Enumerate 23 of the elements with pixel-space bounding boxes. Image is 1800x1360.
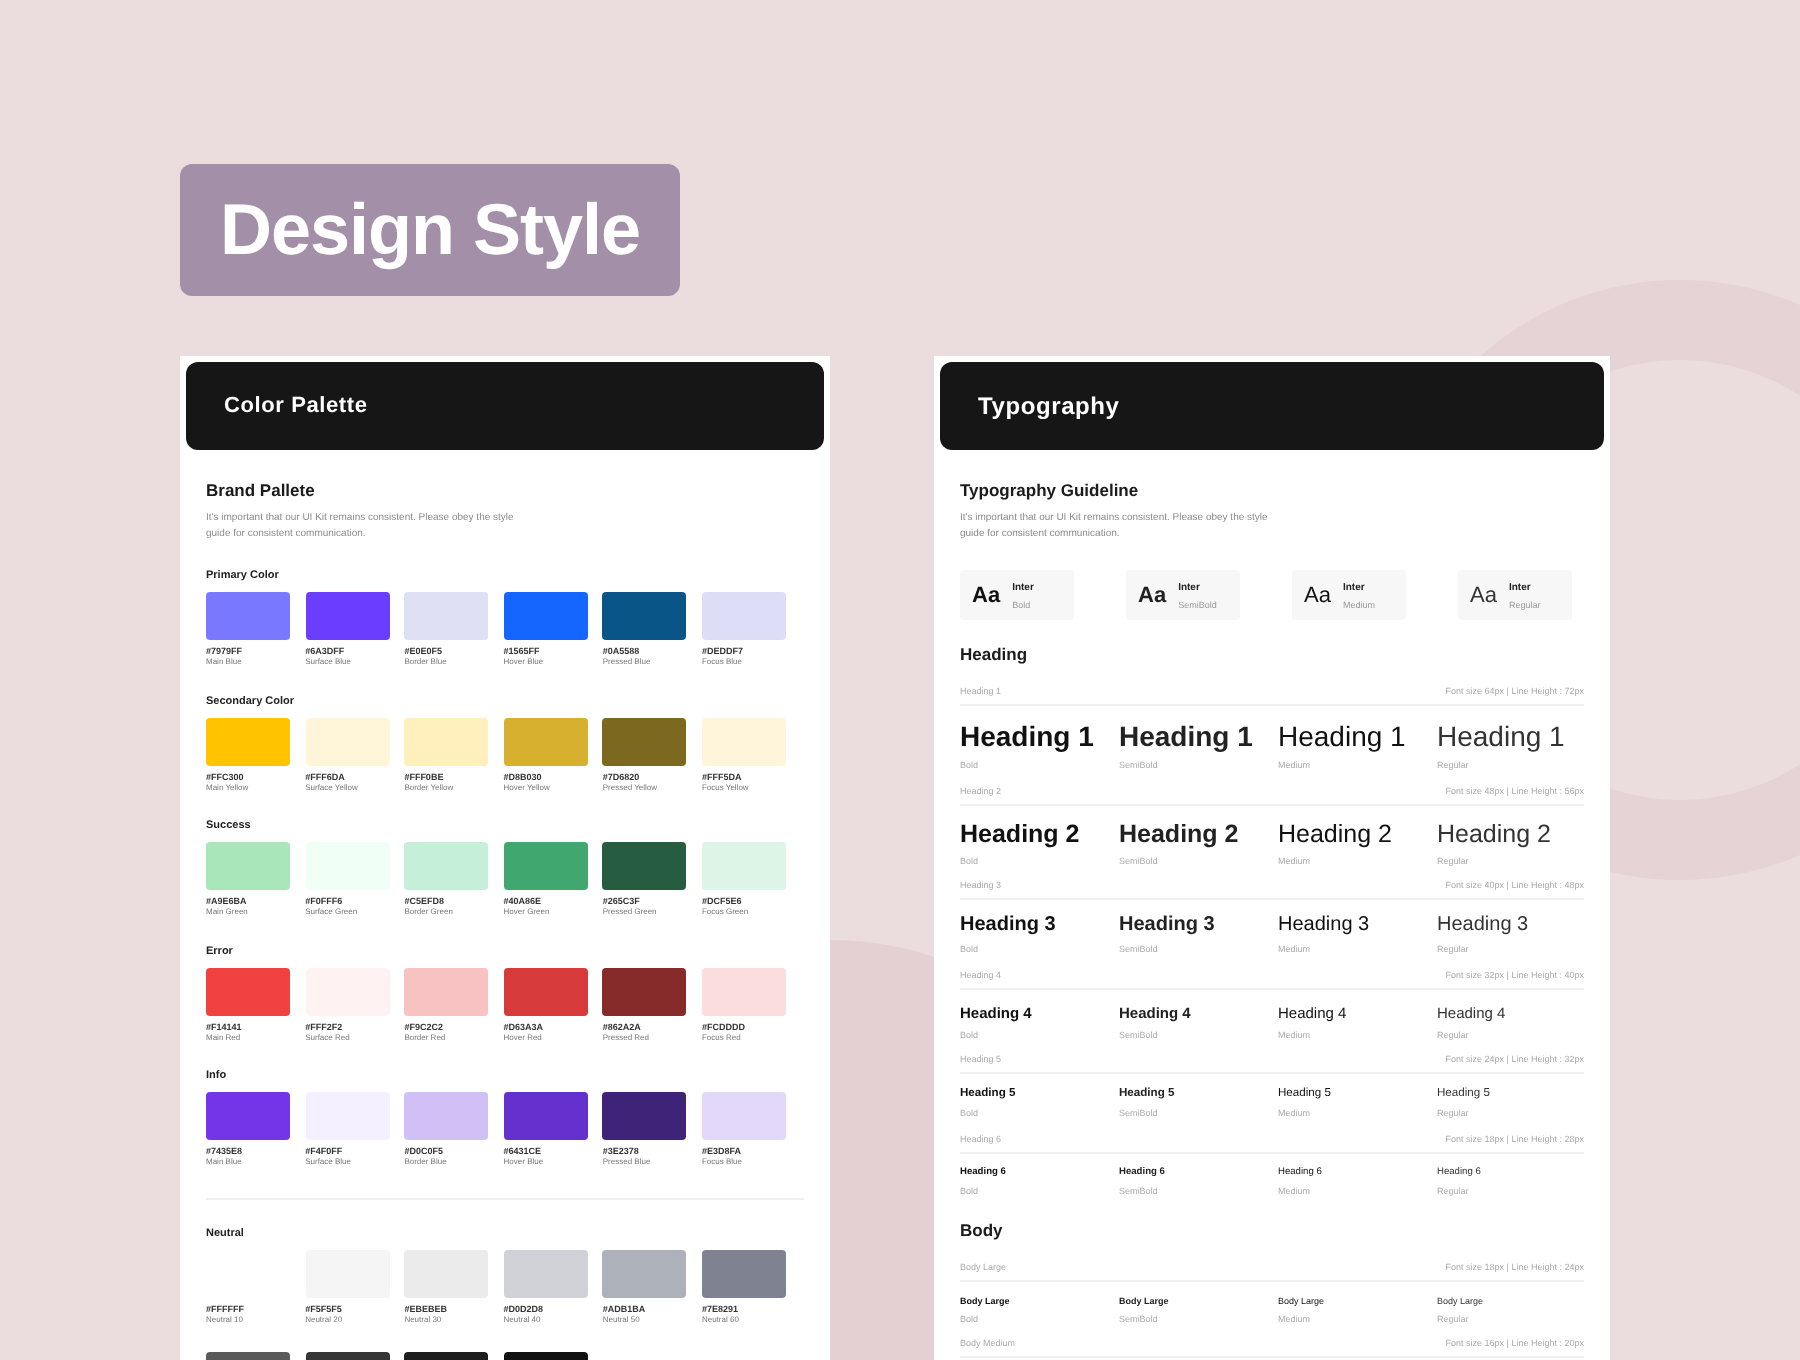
type-sample: Heading 2 <box>960 819 1082 847</box>
card-header: Typography <box>940 362 1604 450</box>
type-sample: Heading 3 <box>1278 914 1372 936</box>
font-sample: Aa <box>1470 583 1497 607</box>
type-sample: Heading 3 <box>1437 914 1531 936</box>
section-heading: Heading <box>960 644 1030 664</box>
type-sample: Heading 2 <box>1278 819 1394 847</box>
type-sample: Heading 2 <box>1119 819 1241 847</box>
font-sample: Aa <box>972 583 1001 607</box>
font-sample: Aa <box>1304 583 1331 607</box>
type-sample: Heading 1 <box>960 720 1096 752</box>
type-sample: Heading 1 <box>1278 720 1408 752</box>
card-header: Color Palette <box>186 362 824 450</box>
section-title: Typography Guideline <box>960 480 1141 500</box>
type-sample: Heading 2 <box>1437 819 1553 847</box>
type-sample: Heading 3 <box>960 914 1058 936</box>
type-sample: Heading 1 <box>1437 720 1567 752</box>
section-heading: Body <box>960 1219 1005 1239</box>
page-title: Design Style <box>180 164 681 296</box>
section-title: Brand Pallete <box>206 480 317 500</box>
type-sample: Heading 1 <box>1119 720 1255 752</box>
type-sample: Heading 3 <box>1119 914 1217 936</box>
font-sample: Aa <box>1138 583 1167 607</box>
